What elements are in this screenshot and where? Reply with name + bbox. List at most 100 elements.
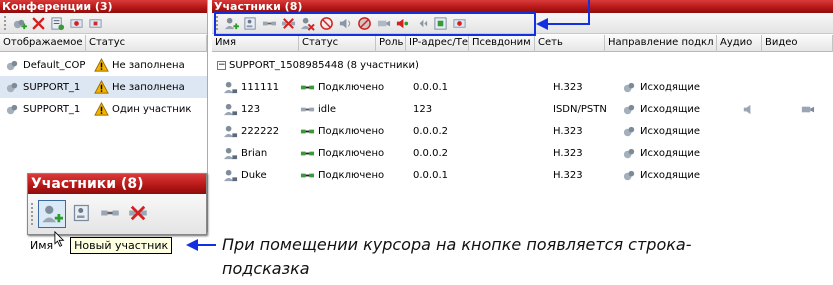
column-role[interactable]: Роль — [376, 35, 406, 52]
audio-on-icon — [740, 101, 756, 117]
participant-network: H.323 — [553, 81, 583, 93]
zoom-callout-title: Участники (8) — [28, 174, 206, 194]
annotation-line-2: подсказка — [222, 259, 310, 278]
participant-ip: 0.0.0.1 — [413, 81, 448, 93]
participant-status: idle — [318, 103, 337, 115]
warning-icon — [93, 101, 109, 117]
group-label: SUPPORT_1508985448 (8 участники) — [229, 59, 419, 71]
address-book-icon[interactable] — [72, 203, 92, 226]
zoom-toolbar — [28, 194, 206, 234]
toolbar-highlight-box — [214, 12, 536, 36]
direction-icon — [621, 79, 637, 95]
participant-network: H.323 — [553, 169, 583, 181]
conference-status: Не заполнена — [112, 81, 185, 93]
participant-network: H.323 — [553, 125, 583, 137]
column-ip[interactable]: IP-адрес/Те — [406, 35, 469, 52]
callout-line-horizontal — [545, 23, 590, 25]
participant-status: Подключено — [318, 81, 385, 93]
collapse-toggle-icon[interactable]: − — [217, 60, 226, 70]
participant-name: 123 — [241, 103, 261, 115]
participant-row[interactable]: Duke Подключено 0.0.0.1 H.323 Исходящие — [212, 164, 833, 186]
stop-icon[interactable] — [87, 15, 103, 31]
connect-icon[interactable] — [100, 203, 120, 226]
participant-row[interactable]: 222222 Подключено 0.0.0.2 H.323 Исходящи… — [212, 120, 833, 142]
direction-icon — [621, 145, 637, 161]
conferences-column-header: Отображаемое Статус — [0, 35, 207, 52]
conference-row[interactable]: SUPPORT_1 Один участник — [0, 98, 207, 120]
annotation-line — [196, 244, 216, 246]
conferences-title: Конференции (3) — [0, 0, 207, 13]
column-display-name[interactable]: Отображаемое — [0, 35, 86, 52]
direction-icon — [621, 167, 637, 183]
conference-status: Не заполнена — [112, 59, 185, 71]
toolbar-grip — [4, 16, 7, 30]
conference-status: Один участник — [112, 103, 192, 115]
column-audio[interactable]: Аудио — [717, 35, 762, 52]
conference-icon — [4, 101, 20, 117]
participant-row[interactable]: Brian Подключено 0.0.0.2 H.323 Исходящие — [212, 142, 833, 164]
conference-icon — [4, 57, 20, 73]
new-participant-button-zoomed[interactable] — [38, 200, 66, 228]
column-status[interactable]: Статус — [299, 35, 376, 52]
column-status[interactable]: Статус — [86, 35, 207, 52]
participant-name: Duke — [241, 169, 267, 181]
participant-status: Подключено — [318, 147, 385, 159]
conference-icon — [4, 79, 20, 95]
conference-name: SUPPORT_1 — [23, 81, 81, 93]
participant-icon — [222, 79, 238, 95]
new-conference-icon[interactable] — [11, 15, 27, 31]
participant-direction: Исходящие — [640, 125, 701, 137]
tooltip-row: Имя Новый участник — [27, 231, 173, 255]
connected-icon — [299, 167, 315, 183]
properties-icon[interactable] — [49, 15, 65, 31]
participant-ip: 0.0.0.2 — [413, 125, 448, 137]
toolbar-grip — [31, 203, 34, 225]
participant-name: 222222 — [241, 125, 280, 137]
conference-row[interactable]: Default_COP Не заполнена — [0, 54, 207, 76]
direction-icon — [621, 101, 637, 117]
connected-icon — [299, 123, 315, 139]
conference-row[interactable]: SUPPORT_1 Не заполнена — [0, 76, 207, 98]
participant-direction: Исходящие — [640, 81, 701, 93]
zoom-callout: Участники (8) — [27, 173, 207, 235]
participant-direction: Исходящие — [640, 169, 701, 181]
participant-icon — [222, 167, 238, 183]
direction-icon — [621, 123, 637, 139]
column-video[interactable]: Видео — [762, 35, 833, 52]
video-on-icon — [799, 101, 815, 117]
warning-icon — [93, 57, 109, 73]
delete-icon[interactable] — [30, 15, 46, 31]
conference-name: Default_COP — [23, 59, 86, 71]
callout-line-vertical — [588, 0, 590, 25]
disconnect-icon[interactable] — [128, 203, 148, 226]
participant-ip: 123 — [413, 103, 433, 115]
participant-group-row[interactable]: − SUPPORT_1508985448 (8 участники) — [212, 54, 833, 76]
participant-icon — [222, 123, 238, 139]
record-icon[interactable] — [68, 15, 84, 31]
column-name[interactable]: Имя — [212, 35, 299, 52]
column-direction[interactable]: Направление подкл — [605, 35, 717, 52]
participant-direction: Исходящие — [640, 103, 701, 115]
tooltip: Новый участник — [70, 236, 173, 254]
annotation-line-1: При помещении курсора на кнопке появляет… — [222, 235, 692, 254]
participants-column-header: Имя Статус Роль IP-адрес/Те Псевдоним Се… — [212, 35, 833, 52]
participant-icon — [222, 101, 238, 117]
name-column-label: Имя — [30, 238, 54, 252]
participant-row[interactable]: 123 idle 123 ISDN/PSTN Исходящие — [212, 98, 833, 120]
participant-status: Подключено — [318, 169, 385, 181]
participant-ip: 0.0.0.1 — [413, 169, 448, 181]
connected-icon — [299, 79, 315, 95]
participant-direction: Исходящие — [640, 147, 701, 159]
column-network[interactable]: Сеть — [535, 35, 605, 52]
conferences-toolbar — [0, 13, 207, 34]
connected-icon — [299, 145, 315, 161]
participant-ip: 0.0.0.2 — [413, 147, 448, 159]
participant-status: Подключено — [318, 125, 385, 137]
participant-name: 111111 — [241, 81, 280, 93]
participant-network: ISDN/PSTN — [553, 103, 607, 115]
column-alias[interactable]: Псевдоним — [469, 35, 535, 52]
participant-name: Brian — [241, 147, 268, 159]
participant-row[interactable]: 111111 Подключено 0.0.0.1 H.323 Исходящи… — [212, 76, 833, 98]
participant-network: H.323 — [553, 147, 583, 159]
idle-icon — [299, 101, 315, 117]
